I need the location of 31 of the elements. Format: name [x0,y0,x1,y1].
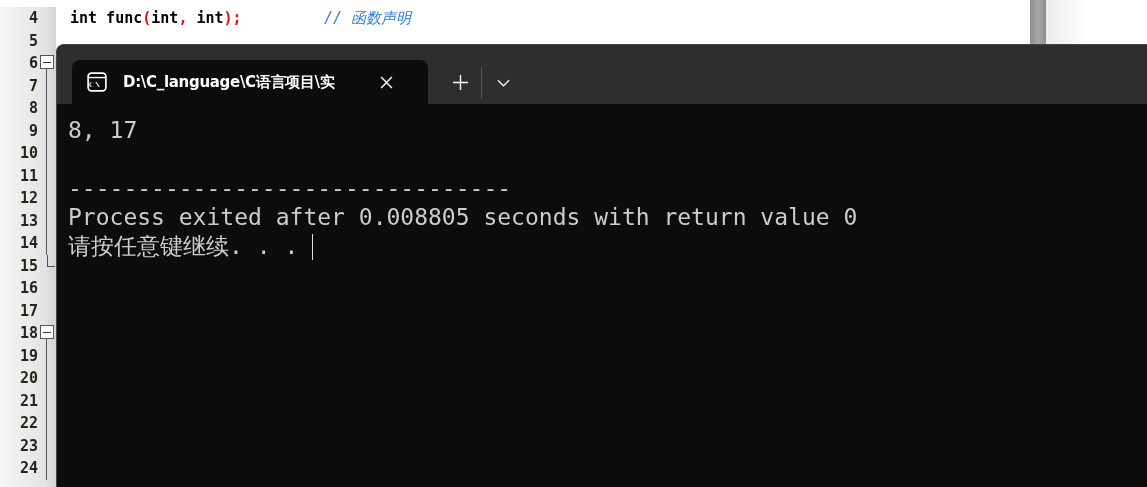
terminal-icon [87,72,107,92]
line-number: 4 [27,9,38,28]
line-number: 23 [18,436,38,455]
line-number: 15 [18,256,38,275]
line-number: 6 [27,54,38,73]
line-number: 17 [18,301,38,320]
line-number: 9 [27,121,38,140]
line-number: 18 [18,324,38,343]
fold-collapse-icon[interactable] [40,55,54,69]
scrollbar[interactable] [1030,0,1046,44]
line-number: 20 [18,369,38,388]
line-number: 13 [18,211,38,230]
line-number: 7 [27,76,38,95]
line-number: 8 [27,99,38,118]
console-output-line: 请按任意键继续. . . [68,232,299,261]
line-number: 10 [18,144,38,163]
console-output-line: -------------------------------- [68,174,512,203]
fold-collapse-icon[interactable] [40,325,54,339]
line-number: 16 [18,279,38,298]
code-line: int func(int, int); // 函数声明 [70,8,412,28]
line-number: 22 [18,414,38,433]
line-number: 14 [18,234,38,253]
line-number: 5 [27,31,38,50]
line-number: 12 [18,189,38,208]
line-number: 24 [18,459,38,478]
line-number: 11 [18,166,38,185]
line-number: 21 [18,391,38,410]
terminal-tab[interactable]: D:\C_language\C语言项目\实 [72,60,428,104]
console-output-line: Process exited after 0.008805 seconds with return value 0 [68,203,858,232]
line-number: 19 [18,346,38,365]
console-output-line: 8, 17 [68,116,138,145]
